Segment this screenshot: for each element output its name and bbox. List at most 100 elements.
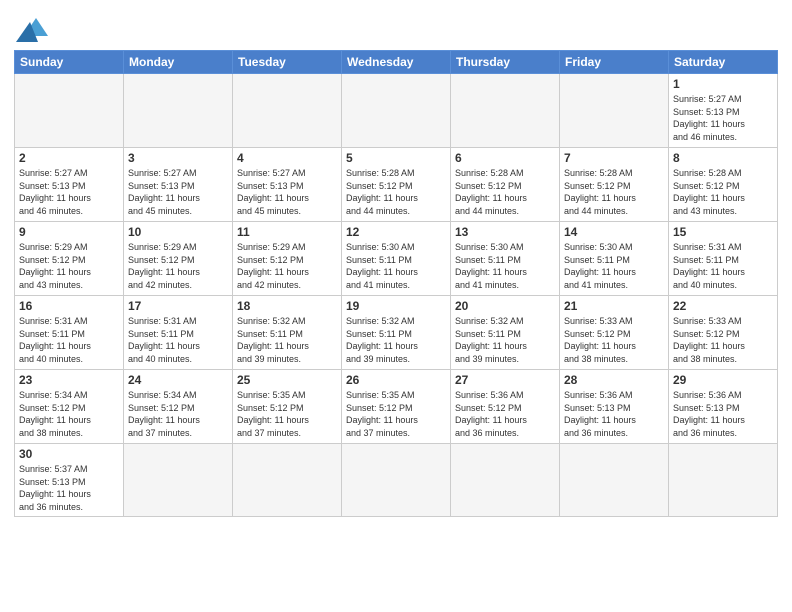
calendar-cell xyxy=(124,444,233,517)
calendar-cell: 17 Sunrise: 5:31 AMSunset: 5:11 PMDayligh… xyxy=(124,296,233,370)
calendar-cell: 2 Sunrise: 5:27 AMSunset: 5:13 PMDaylight… xyxy=(15,148,124,222)
calendar-cell: 23Sunrise: 5:34 AMSunset: 5:12 PMDayligh… xyxy=(15,370,124,444)
calendar-cell: 22Sunrise: 5:33 AMSunset: 5:12 PMDayligh… xyxy=(669,296,778,370)
day-info: Sunrise: 5:27 AMSunset: 5:13 PMDaylight:… xyxy=(19,167,119,217)
weekday-friday: Friday xyxy=(560,51,669,74)
day-number: 7 xyxy=(564,151,664,165)
calendar-cell xyxy=(342,444,451,517)
calendar-cell: 21Sunrise: 5:33 AMSunset: 5:12 PMDayligh… xyxy=(560,296,669,370)
calendar-cell xyxy=(233,444,342,517)
week-row-2: 2 Sunrise: 5:27 AMSunset: 5:13 PMDaylight… xyxy=(15,148,778,222)
calendar-cell: 12 Sunrise: 5:30 AMSunset: 5:11 PMDayligh… xyxy=(342,222,451,296)
day-number: 17 xyxy=(128,299,228,313)
day-info: Sunrise: 5:37 AMSunset: 5:13 PMDaylight:… xyxy=(19,463,119,513)
day-number: 1 xyxy=(673,77,773,91)
day-info: Sunrise: 5:29 AMSunset: 5:12 PMDaylight:… xyxy=(128,241,228,291)
day-number: 24 xyxy=(128,373,228,387)
calendar-cell: 8 Sunrise: 5:28 AMSunset: 5:12 PMDaylight… xyxy=(669,148,778,222)
day-number: 21 xyxy=(564,299,664,313)
calendar-cell: 1 Sunrise: 5:27 AMSunset: 5:13 PMDaylight… xyxy=(669,74,778,148)
calendar-cell: 3Sunrise: 5:27 AMSunset: 5:13 PMDaylight… xyxy=(124,148,233,222)
calendar-cell: 7 Sunrise: 5:28 AMSunset: 5:12 PMDaylight… xyxy=(560,148,669,222)
day-number: 16 xyxy=(19,299,119,313)
calendar-cell: 10 Sunrise: 5:29 AMSunset: 5:12 PMDayligh… xyxy=(124,222,233,296)
day-info: Sunrise: 5:32 AMSunset: 5:11 PMDaylight:… xyxy=(455,315,555,365)
calendar-cell: 9 Sunrise: 5:29 AMSunset: 5:12 PMDaylight… xyxy=(15,222,124,296)
day-number: 9 xyxy=(19,225,119,239)
day-info: Sunrise: 5:35 AMSunset: 5:12 PMDaylight:… xyxy=(237,389,337,439)
calendar-table: SundayMondayTuesdayWednesdayThursdayFrid… xyxy=(14,50,778,517)
day-info: Sunrise: 5:30 AMSunset: 5:11 PMDaylight:… xyxy=(564,241,664,291)
calendar-cell: 18 Sunrise: 5:32 AMSunset: 5:11 PMDayligh… xyxy=(233,296,342,370)
calendar-cell: 30 Sunrise: 5:37 AMSunset: 5:13 PMDayligh… xyxy=(15,444,124,517)
weekday-thursday: Thursday xyxy=(451,51,560,74)
calendar-cell xyxy=(560,444,669,517)
weekday-monday: Monday xyxy=(124,51,233,74)
week-row-1: 1 Sunrise: 5:27 AMSunset: 5:13 PMDaylight… xyxy=(15,74,778,148)
calendar-cell: 13Sunrise: 5:30 AMSunset: 5:11 PMDayligh… xyxy=(451,222,560,296)
day-number: 30 xyxy=(19,447,119,461)
calendar-cell xyxy=(451,444,560,517)
day-info: Sunrise: 5:32 AMSunset: 5:11 PMDaylight:… xyxy=(346,315,446,365)
day-info: Sunrise: 5:36 AMSunset: 5:13 PMDaylight:… xyxy=(564,389,664,439)
day-number: 2 xyxy=(19,151,119,165)
day-info: Sunrise: 5:27 AMSunset: 5:13 PMDaylight:… xyxy=(128,167,228,217)
calendar-cell: 4Sunrise: 5:27 AMSunset: 5:13 PMDaylight… xyxy=(233,148,342,222)
calendar-cell: 11 Sunrise: 5:29 AMSunset: 5:12 PMDayligh… xyxy=(233,222,342,296)
day-info: Sunrise: 5:30 AMSunset: 5:11 PMDaylight:… xyxy=(455,241,555,291)
day-info: Sunrise: 5:27 AMSunset: 5:13 PMDaylight:… xyxy=(673,93,773,143)
weekday-header-row: SundayMondayTuesdayWednesdayThursdayFrid… xyxy=(15,51,778,74)
weekday-sunday: Sunday xyxy=(15,51,124,74)
calendar-cell: 19 Sunrise: 5:32 AMSunset: 5:11 PMDayligh… xyxy=(342,296,451,370)
day-info: Sunrise: 5:28 AMSunset: 5:12 PMDaylight:… xyxy=(455,167,555,217)
day-info: Sunrise: 5:28 AMSunset: 5:12 PMDaylight:… xyxy=(346,167,446,217)
calendar-cell: 28 Sunrise: 5:36 AMSunset: 5:13 PMDayligh… xyxy=(560,370,669,444)
calendar-cell: 20 Sunrise: 5:32 AMSunset: 5:11 PMDayligh… xyxy=(451,296,560,370)
day-number: 18 xyxy=(237,299,337,313)
calendar-cell: 6 Sunrise: 5:28 AMSunset: 5:12 PMDaylight… xyxy=(451,148,560,222)
week-row-6: 30 Sunrise: 5:37 AMSunset: 5:13 PMDayligh… xyxy=(15,444,778,517)
header xyxy=(14,10,778,42)
day-number: 20 xyxy=(455,299,555,313)
day-number: 11 xyxy=(237,225,337,239)
calendar-cell xyxy=(560,74,669,148)
calendar-cell: 16 Sunrise: 5:31 AMSunset: 5:11 PMDayligh… xyxy=(15,296,124,370)
calendar-cell: 24 Sunrise: 5:34 AMSunset: 5:12 PMDayligh… xyxy=(124,370,233,444)
calendar-cell: 14Sunrise: 5:30 AMSunset: 5:11 PMDayligh… xyxy=(560,222,669,296)
day-info: Sunrise: 5:31 AMSunset: 5:11 PMDaylight:… xyxy=(128,315,228,365)
calendar-cell: 15Sunrise: 5:31 AMSunset: 5:11 PMDayligh… xyxy=(669,222,778,296)
day-info: Sunrise: 5:31 AMSunset: 5:11 PMDaylight:… xyxy=(19,315,119,365)
day-number: 8 xyxy=(673,151,773,165)
day-number: 6 xyxy=(455,151,555,165)
page: SundayMondayTuesdayWednesdayThursdayFrid… xyxy=(0,0,792,612)
day-number: 10 xyxy=(128,225,228,239)
week-row-3: 9 Sunrise: 5:29 AMSunset: 5:12 PMDaylight… xyxy=(15,222,778,296)
day-number: 15 xyxy=(673,225,773,239)
day-info: Sunrise: 5:32 AMSunset: 5:11 PMDaylight:… xyxy=(237,315,337,365)
calendar-cell xyxy=(342,74,451,148)
day-number: 28 xyxy=(564,373,664,387)
day-number: 12 xyxy=(346,225,446,239)
day-number: 27 xyxy=(455,373,555,387)
weekday-tuesday: Tuesday xyxy=(233,51,342,74)
day-info: Sunrise: 5:33 AMSunset: 5:12 PMDaylight:… xyxy=(673,315,773,365)
day-info: Sunrise: 5:29 AMSunset: 5:12 PMDaylight:… xyxy=(237,241,337,291)
calendar-cell xyxy=(124,74,233,148)
day-info: Sunrise: 5:29 AMSunset: 5:12 PMDaylight:… xyxy=(19,241,119,291)
calendar-cell xyxy=(233,74,342,148)
logo-icon xyxy=(16,14,48,42)
week-row-5: 23Sunrise: 5:34 AMSunset: 5:12 PMDayligh… xyxy=(15,370,778,444)
logo xyxy=(14,14,48,42)
calendar-cell xyxy=(451,74,560,148)
day-info: Sunrise: 5:28 AMSunset: 5:12 PMDaylight:… xyxy=(564,167,664,217)
calendar-cell: 26Sunrise: 5:35 AMSunset: 5:12 PMDayligh… xyxy=(342,370,451,444)
day-number: 29 xyxy=(673,373,773,387)
day-info: Sunrise: 5:36 AMSunset: 5:12 PMDaylight:… xyxy=(455,389,555,439)
day-info: Sunrise: 5:30 AMSunset: 5:11 PMDaylight:… xyxy=(346,241,446,291)
day-number: 19 xyxy=(346,299,446,313)
calendar-cell: 25Sunrise: 5:35 AMSunset: 5:12 PMDayligh… xyxy=(233,370,342,444)
weekday-wednesday: Wednesday xyxy=(342,51,451,74)
weekday-saturday: Saturday xyxy=(669,51,778,74)
day-info: Sunrise: 5:28 AMSunset: 5:12 PMDaylight:… xyxy=(673,167,773,217)
day-info: Sunrise: 5:34 AMSunset: 5:12 PMDaylight:… xyxy=(128,389,228,439)
